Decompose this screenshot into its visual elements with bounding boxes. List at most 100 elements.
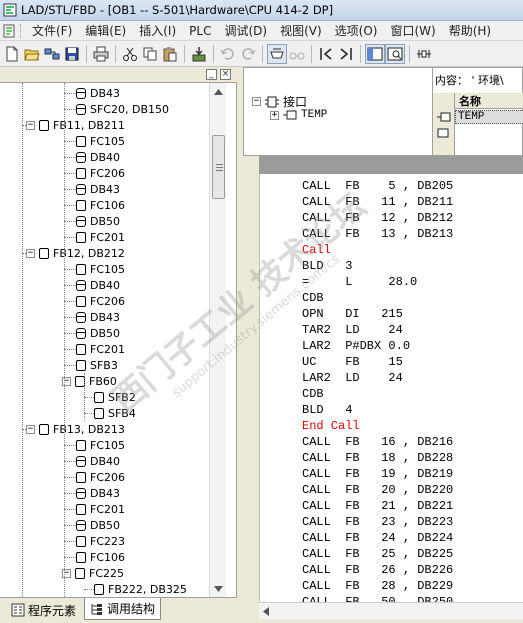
menu-file[interactable]: 文件(F): [26, 22, 79, 39]
tree-node[interactable]: FC105: [76, 437, 125, 453]
tree-node[interactable]: DB40: [76, 453, 120, 469]
stl-code-line[interactable]: OPN DI 215: [302, 306, 403, 322]
stl-code-line[interactable]: = L 28.0: [302, 274, 417, 290]
stl-code-editor[interactable]: CALL FB 5 , DB205 CALL FB 11 , DB211 CALL …: [259, 174, 523, 602]
expand-icon[interactable]: +: [270, 110, 279, 120]
stl-code-line[interactable]: CALL FB 23 , DB223: [302, 514, 453, 530]
stl-code-line[interactable]: CALL FB 20 , DB220: [302, 482, 453, 498]
menu-debug[interactable]: 调试(D): [218, 22, 274, 39]
stl-code-line[interactable]: CALL FB 26 , DB226: [302, 562, 453, 578]
tree-node[interactable]: SFB4: [94, 405, 136, 421]
menu-plc[interactable]: PLC: [183, 24, 218, 38]
stl-code-line[interactable]: CALL FB 25 , DB225: [302, 546, 453, 562]
stl-code-line[interactable]: CALL FB 28 , DB229: [302, 578, 453, 594]
tree-node[interactable]: − FB12, DB212: [26, 245, 125, 261]
stl-code-line[interactable]: CALL FB 13 , DB213: [302, 226, 453, 242]
multi-instance-call-marker[interactable]: Call: [302, 242, 331, 258]
stl-code-line[interactable]: CDB: [302, 290, 324, 306]
stl-code-line[interactable]: BLD 3: [302, 258, 352, 274]
tree-node[interactable]: FC206: [76, 469, 125, 485]
tab-call-structure[interactable]: 调用结构: [84, 598, 162, 620]
previous-block-icon[interactable]: [316, 44, 336, 64]
tree-node[interactable]: DB43: [76, 181, 120, 197]
close-pane-button[interactable]: ×: [220, 69, 231, 80]
vertical-scrollbar[interactable]: [209, 83, 226, 597]
tree-node[interactable]: SFC20, DB150: [76, 101, 169, 117]
tree-node[interactable]: − FB13, DB213: [26, 421, 125, 437]
column-header-name[interactable]: 名称: [455, 93, 523, 109]
tree-node[interactable]: FC106: [76, 197, 125, 213]
menu-edit[interactable]: 编辑(E): [79, 22, 133, 39]
stl-code-line[interactable]: CALL FB 11 , DB211: [302, 194, 453, 210]
tab-program-elements[interactable]: 程序元素: [6, 600, 81, 620]
print-icon[interactable]: [91, 44, 111, 64]
stl-code-line[interactable]: TAR2 LD 24: [302, 322, 403, 338]
network-icon[interactable]: [414, 44, 434, 64]
stl-code-line[interactable]: UC FB 15: [302, 354, 403, 370]
collapse-icon[interactable]: −: [26, 424, 35, 434]
next-block-icon[interactable]: [336, 44, 356, 64]
tree-node[interactable]: FC201: [76, 341, 125, 357]
tree-node[interactable]: FC105: [76, 261, 125, 277]
save-icon[interactable]: [62, 44, 82, 64]
copy-icon[interactable]: [140, 44, 160, 64]
stl-code-line[interactable]: CALL FB 5 , DB205: [302, 178, 453, 194]
tree-node[interactable]: DB50: [76, 213, 120, 229]
interface-root-node[interactable]: − 接口: [252, 93, 307, 110]
menu-insert[interactable]: 插入(I): [133, 22, 183, 39]
tree-node[interactable]: SFB3: [76, 357, 118, 373]
stl-code-line[interactable]: CALL FB 16 , DB216: [302, 434, 453, 450]
download-icon[interactable]: [189, 44, 209, 64]
stl-code-line[interactable]: CALL FB 50 , DB250: [302, 594, 453, 602]
menu-help[interactable]: 帮助(H): [443, 22, 498, 39]
stl-code-line[interactable]: CDB: [302, 386, 324, 402]
tree-node[interactable]: DB43: [76, 485, 120, 501]
horizontal-scrollbar[interactable]: [259, 602, 523, 619]
tree-node[interactable]: DB50: [76, 517, 120, 533]
stl-code-line[interactable]: BLD 4: [302, 402, 352, 418]
tree-node[interactable]: DB40: [76, 277, 120, 293]
stl-code-line[interactable]: CALL FB 12 , DB212: [302, 210, 453, 226]
minimize-pane-button[interactable]: _: [206, 69, 217, 80]
collapse-icon[interactable]: −: [26, 120, 35, 130]
tree-node[interactable]: FB222, DB325: [94, 581, 187, 597]
stl-code-line[interactable]: LAR2 P#DBX 0.0: [302, 338, 410, 354]
tree-node[interactable]: SFB2: [94, 389, 136, 405]
monitor-icon[interactable]: [267, 43, 287, 64]
tree-node[interactable]: FC106: [76, 549, 125, 565]
open-icon[interactable]: [22, 44, 42, 64]
cut-icon[interactable]: [120, 44, 140, 64]
document-menu-icon[interactable]: [2, 24, 16, 38]
tree-node[interactable]: FC223: [76, 533, 125, 549]
new-icon[interactable]: [2, 44, 22, 64]
collapse-icon[interactable]: −: [26, 248, 35, 258]
glasses-icon[interactable]: [287, 44, 307, 64]
stl-code-line[interactable]: CALL FB 19 , DB219: [302, 466, 453, 482]
collapse-icon[interactable]: −: [252, 97, 261, 106]
tree-node[interactable]: DB50: [76, 325, 120, 341]
details-icon[interactable]: [385, 43, 405, 64]
stl-code-line[interactable]: CALL FB 24 , DB224: [302, 530, 453, 546]
tree-node[interactable]: DB43: [76, 309, 120, 325]
scroll-down-icon[interactable]: [210, 580, 227, 597]
tree-node[interactable]: FC201: [76, 229, 125, 245]
selected-name-cell[interactable]: TEMP: [455, 110, 523, 124]
menu-view[interactable]: 视图(V): [274, 22, 329, 39]
redo-icon[interactable]: [238, 44, 258, 64]
scroll-up-icon[interactable]: [210, 83, 227, 100]
paste-icon[interactable]: [160, 44, 180, 64]
undo-icon[interactable]: [218, 44, 238, 64]
tree-node[interactable]: FC206: [76, 165, 125, 181]
stl-code-line[interactable]: CALL FB 18 , DB228: [302, 450, 453, 466]
tree-node[interactable]: FC201: [76, 501, 125, 517]
tree-node[interactable]: − FB11, DB211: [26, 117, 125, 133]
temp-node[interactable]: + TEMP: [270, 109, 327, 121]
tree-node[interactable]: FC105: [76, 133, 125, 149]
scroll-left-icon[interactable]: [263, 607, 269, 616]
menu-options[interactable]: 选项(O): [329, 22, 385, 39]
tree-node[interactable]: DB43: [76, 85, 120, 101]
tree-node[interactable]: DB40: [76, 149, 120, 165]
scroll-thumb[interactable]: [212, 135, 225, 199]
stl-code-line[interactable]: LAR2 LD 24: [302, 370, 403, 386]
accessible-nodes-icon[interactable]: [42, 44, 62, 64]
